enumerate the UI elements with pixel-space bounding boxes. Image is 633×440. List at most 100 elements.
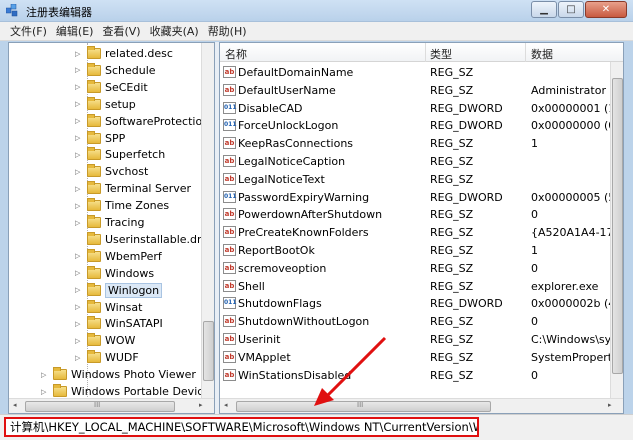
tree-item[interactable]: ▷ Terminal Server [75, 180, 191, 197]
value-row[interactable]: 011 PasswordExpiryWarning REG_DWORD 0x00000… [220, 189, 620, 207]
menu-file[interactable]: 文件(F) [10, 23, 47, 39]
tree-horizontal-scrollbar[interactable]: ◂ III ▸ [9, 398, 214, 413]
list-horizontal-scrollbar[interactable]: ◂ III ▸ [220, 398, 623, 413]
tree-item[interactable]: ▷ Schedule [75, 62, 156, 79]
list-horizontal-scroll-thumb[interactable]: III [236, 401, 491, 412]
expand-arrow-icon[interactable]: ▷ [75, 269, 83, 277]
column-header-name[interactable]: 名称 [225, 46, 247, 62]
expand-arrow-icon[interactable]: ▷ [75, 134, 83, 142]
value-data: SystemPropertie [531, 350, 622, 364]
tree-item[interactable]: ▷ Tracing [75, 214, 144, 231]
expand-arrow-icon[interactable]: ▷ [75, 286, 83, 294]
scroll-left-icon[interactable]: ◂ [13, 401, 17, 409]
close-button[interactable]: ✕ [585, 1, 627, 18]
expand-arrow-icon[interactable]: ▷ [75, 83, 83, 91]
value-list[interactable]: 名称 类型 数据 ab DefaultDomainName REG_SZ ab Defa… [219, 42, 624, 414]
tree-item[interactable]: ▷ Superfetch [75, 146, 165, 163]
scroll-left-icon[interactable]: ◂ [224, 401, 228, 409]
tree-item[interactable]: ▷ WbemPerf [75, 248, 162, 265]
tree-item[interactable]: ▷ Winsat [75, 299, 142, 316]
column-header-data[interactable]: 数据 [531, 46, 553, 62]
folder-icon [87, 181, 101, 195]
value-row[interactable]: ab KeepRasConnections REG_SZ 1 [220, 135, 610, 153]
minimize-button[interactable]: ▁ [531, 1, 557, 18]
expand-arrow-icon[interactable]: ▷ [75, 219, 83, 227]
menu-help[interactable]: 帮助(H) [208, 23, 247, 39]
key-tree[interactable]: ▷ related.desc ▷ Schedule ▷ SeCEdit ▷ setup ▷ Sof… [8, 42, 215, 414]
scroll-right-icon[interactable]: ▸ [199, 401, 203, 409]
value-row[interactable]: ab PowerdownAfterShutdown REG_SZ 0 [220, 206, 610, 224]
tree-item[interactable]: ▷ setup [75, 96, 136, 113]
expand-arrow-icon[interactable]: ▷ [75, 303, 83, 311]
tree-item-label: SPP [105, 131, 126, 145]
tree-item[interactable]: ▷ WOW [75, 332, 135, 349]
value-row[interactable]: ab Userinit REG_SZ C:\Windows\sys [220, 331, 617, 349]
value-row[interactable]: ab scremoveoption REG_SZ 0 [220, 260, 610, 278]
expand-arrow-icon[interactable]: ▷ [75, 151, 83, 159]
tree-item-label: Userinstallable.drive [105, 232, 215, 246]
list-header: 名称 类型 数据 [220, 43, 623, 62]
value-row[interactable]: ab DefaultDomainName REG_SZ [220, 64, 610, 82]
expand-arrow-icon[interactable]: ▷ [75, 50, 83, 58]
value-type: REG_SZ [430, 66, 474, 79]
tree-item[interactable]: Userinstallable.drive [75, 231, 215, 248]
list-vertical-scrollbar[interactable] [610, 62, 623, 398]
expand-arrow-icon[interactable]: ▷ [41, 371, 49, 379]
tree-item[interactable]: ▷ Winlogon [75, 282, 163, 299]
value-row[interactable]: ab DefaultUserName REG_SZ Administrator [220, 82, 610, 100]
expand-arrow-icon[interactable]: ▷ [75, 202, 83, 210]
folder-icon [87, 198, 101, 212]
expand-arrow-icon[interactable]: ▷ [75, 337, 83, 345]
list-vertical-scroll-thumb[interactable] [612, 78, 623, 374]
menu-favorites[interactable]: 收藏夹(A) [150, 23, 199, 39]
tree-vertical-scrollbar[interactable] [201, 43, 214, 399]
value-row[interactable]: ab ShutdownWithoutLogon REG_SZ 0 [220, 313, 610, 331]
menu-edit[interactable]: 编辑(E) [56, 23, 94, 39]
tree-item[interactable]: ▷ SPP [75, 130, 125, 147]
tree-item[interactable]: ▷ WinSATAPI [75, 315, 163, 332]
value-row[interactable]: ab LegalNoticeText REG_SZ [220, 171, 610, 189]
expand-arrow-icon[interactable]: ▷ [75, 185, 83, 193]
menu-view[interactable]: 查看(V) [102, 23, 140, 39]
tree-vertical-scroll-thumb[interactable] [203, 321, 214, 381]
expand-arrow-icon[interactable]: ▷ [75, 117, 83, 125]
expand-arrow-icon[interactable]: ▷ [75, 66, 83, 74]
tree-item[interactable]: ▷ WUDF [75, 349, 139, 366]
expand-arrow-icon[interactable]: ▷ [75, 168, 83, 176]
tree-item-label: Svchost [105, 165, 149, 179]
value-type: REG_SZ [430, 155, 474, 168]
value-row[interactable]: ab PreCreateKnownFolders REG_SZ {A520A1A4-1… [220, 224, 623, 242]
value-row[interactable]: 011 ForceUnlockLogon REG_DWORD 0x00000000 (… [220, 117, 620, 135]
value-data: 0 [531, 315, 538, 329]
column-divider[interactable] [425, 43, 426, 62]
value-row[interactable]: 011 DisableCAD REG_DWORD 0x00000001 (1) [220, 100, 620, 118]
expand-arrow-icon[interactable]: ▷ [75, 252, 83, 260]
value-row[interactable]: 011 ShutdownFlags REG_DWORD 0x0000002b (43 [220, 295, 622, 313]
value-row[interactable]: ab ReportBootOk REG_SZ 1 [220, 242, 610, 260]
value-row[interactable]: ab WinStationsDisabled REG_SZ 0 [220, 367, 610, 385]
expand-arrow-icon[interactable]: ▷ [75, 100, 83, 108]
value-row[interactable]: ab LegalNoticeCaption REG_SZ [220, 153, 610, 171]
expand-arrow-icon[interactable]: ▷ [41, 388, 49, 396]
value-row[interactable]: ab Shell REG_SZ explorer.exe [220, 278, 610, 296]
column-header-type[interactable]: 类型 [430, 46, 452, 62]
tree-item[interactable]: ▷ related.desc [75, 45, 173, 62]
maximize-button[interactable]: □ [558, 1, 584, 18]
column-divider[interactable] [525, 43, 526, 62]
expand-arrow-icon[interactable]: ▷ [75, 354, 83, 362]
value-name: DefaultUserName [238, 83, 336, 97]
value-name: DefaultDomainName [238, 66, 354, 79]
scroll-right-icon[interactable]: ▸ [608, 401, 612, 409]
tree-item[interactable]: ▷ Svchost [75, 163, 148, 180]
tree-item[interactable]: ▷ SoftwareProtectionPl [75, 113, 214, 130]
value-row[interactable]: ab VMApplet REG_SZ SystemPropertie [220, 349, 622, 367]
expand-arrow-icon[interactable]: ▷ [75, 320, 83, 328]
tree-item[interactable]: ▷ Windows Photo Viewer [41, 366, 196, 383]
tree-horizontal-scroll-thumb[interactable]: III [25, 401, 175, 412]
tree-item[interactable]: ▷ Windows [75, 265, 154, 282]
value-name: LegalNoticeText [238, 172, 325, 186]
tree-item[interactable]: ▷ Time Zones [75, 197, 169, 214]
value-name: DisableCAD [238, 101, 303, 115]
tree-item[interactable]: ▷ SeCEdit [75, 79, 148, 96]
value-type: REG_DWORD [430, 297, 503, 311]
